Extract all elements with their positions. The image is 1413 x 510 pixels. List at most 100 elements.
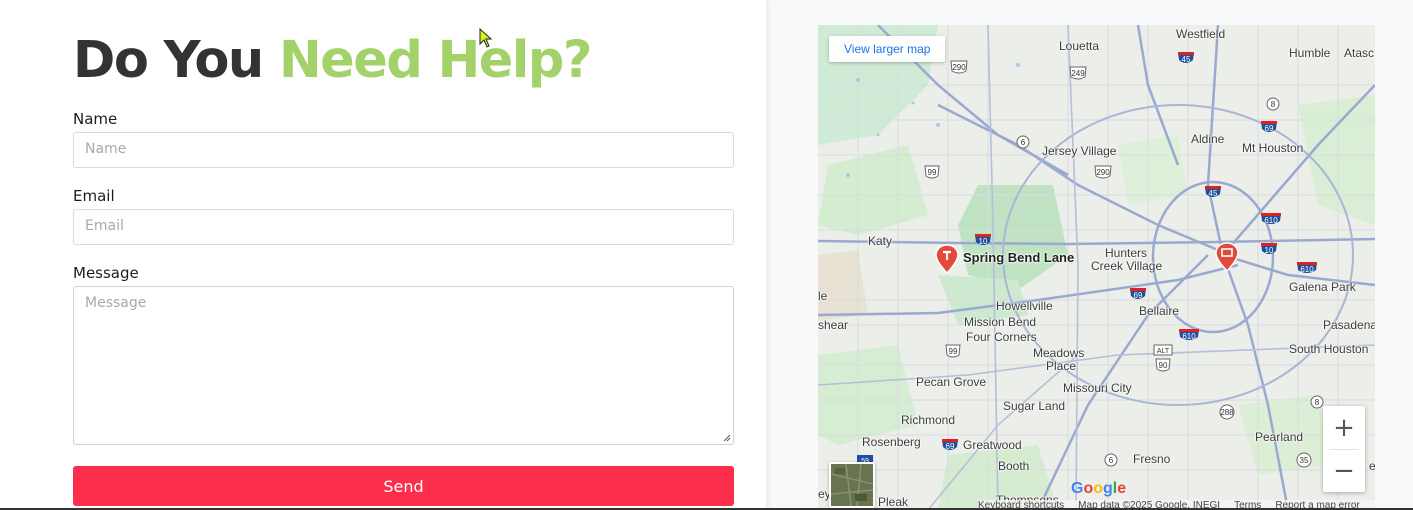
email-placeholder: Email [85, 218, 124, 234]
svg-text:69: 69 [946, 442, 955, 451]
send-button[interactable]: Send [73, 466, 734, 506]
map-place-label: Greatwood [963, 438, 1022, 452]
highway-shield-icon: 99 [924, 165, 940, 179]
title-part-dark: Do You [73, 31, 264, 90]
svg-text:99: 99 [949, 347, 958, 356]
name-label: Name [73, 110, 118, 128]
highway-shield-icon: 249 [1069, 66, 1087, 80]
map-place-label: Four Corners [966, 330, 1037, 344]
highway-shield-icon: 99 [945, 344, 961, 358]
map-place-label: Pearland [1255, 430, 1304, 444]
satellite-layer-toggle[interactable] [829, 462, 875, 508]
svg-text:610: 610 [1300, 265, 1314, 274]
title-part-accent: Need Help? [279, 31, 592, 90]
highway-shield-icon: 8 [1266, 97, 1280, 111]
map-place-label: le [818, 289, 828, 303]
resize-handle-icon[interactable] [723, 434, 731, 442]
interstate-shield-icon: 69 [1130, 288, 1146, 300]
map-place-label: Richmond [901, 413, 956, 427]
map-place-label: Mt Houston [1242, 141, 1304, 155]
map-place-label: Booth [998, 459, 1030, 473]
poi-pin-icon[interactable] [1215, 242, 1239, 272]
highway-shield-icon: 6 [1016, 135, 1030, 149]
email-field[interactable]: Email [73, 209, 734, 245]
svg-text:69: 69 [1265, 124, 1274, 133]
zoom-controls: + − [1323, 406, 1365, 492]
interstate-shield-icon: 10 [975, 234, 991, 246]
interstate-shield-icon: 69 [1261, 121, 1277, 133]
svg-text:6: 6 [1021, 138, 1026, 147]
selected-location-label: Spring Bend Lane [963, 250, 1075, 265]
map-panel: 290 249 45 8 69 6 290 99 45 610 10 10 61… [766, 0, 1413, 510]
interstate-shield-icon: 45 [1205, 186, 1221, 198]
map-place-label: e [1369, 459, 1375, 473]
location-pin-icon[interactable] [935, 244, 959, 274]
page-title: Do You Need Help? [73, 28, 592, 94]
map-place-label: Place [1046, 359, 1077, 373]
map-place-label: Howellville [996, 299, 1053, 313]
svg-text:ALT: ALT [1157, 348, 1170, 355]
map-place-label: Pleak [878, 495, 909, 509]
embedded-map[interactable]: 290 249 45 8 69 6 290 99 45 610 10 10 61… [818, 25, 1375, 510]
view-larger-map-link[interactable]: View larger map [829, 36, 946, 62]
map-place-label: shear [818, 318, 849, 332]
highway-shield-icon: 290 [1094, 165, 1112, 179]
name-field[interactable]: Name [73, 132, 734, 168]
svg-text:8: 8 [1315, 398, 1320, 407]
map-place-label: Missouri City [1063, 381, 1132, 395]
map-place-label: Jersey Village [1042, 144, 1117, 158]
interstate-shield-icon: 610 [1261, 213, 1281, 225]
svg-text:45: 45 [1209, 189, 1218, 198]
map-place-label: Rosenberg [862, 435, 921, 449]
map-place-label: Atasc [1344, 46, 1375, 60]
map-place-label: Galena Park [1289, 280, 1356, 294]
map-place-label: Westfield [1176, 27, 1226, 41]
map-place-label: Pasadena [1323, 318, 1375, 332]
svg-text:10: 10 [1265, 246, 1274, 255]
map-place-label: Mission Bend [964, 315, 1037, 329]
svg-text:6: 6 [1109, 456, 1114, 465]
highway-shield-icon: ALT [1153, 344, 1173, 356]
svg-text:249: 249 [1071, 69, 1085, 78]
svg-text:290: 290 [952, 63, 966, 72]
svg-text:35: 35 [1300, 456, 1309, 465]
email-label: Email [73, 187, 115, 205]
zoom-in-button[interactable]: + [1323, 406, 1365, 449]
map-place-label: Pecan Grove [916, 375, 987, 389]
message-field[interactable]: Message [73, 286, 734, 445]
name-placeholder: Name [85, 141, 127, 157]
svg-text:10: 10 [979, 237, 988, 246]
highway-shield-icon: 90 [1155, 358, 1171, 372]
message-placeholder: Message [85, 295, 147, 311]
google-logo: Google [1071, 480, 1127, 497]
map-place-label: Creek Village [1091, 259, 1163, 273]
interstate-shield-icon: 10 [1261, 243, 1277, 255]
highway-shield-icon: 6 [1104, 453, 1118, 467]
interstate-shield-icon: 610 [1179, 329, 1199, 341]
message-label: Message [73, 264, 139, 282]
map-place-label: Katy [868, 234, 893, 248]
interstate-shield-icon: 69 [942, 439, 958, 451]
map-place-label: Humble [1289, 46, 1331, 60]
svg-text:69: 69 [1134, 291, 1143, 300]
map-place-label: Meadows [1033, 346, 1085, 360]
map-place-label: South Houston [1289, 342, 1369, 356]
svg-text:8: 8 [1271, 100, 1276, 109]
contact-form-panel: Do You Need Help? Name Name Email Email … [0, 0, 766, 510]
svg-text:45: 45 [1182, 55, 1191, 64]
svg-text:99: 99 [928, 168, 937, 177]
svg-text:288: 288 [1220, 408, 1234, 417]
map-place-label: Aldine [1191, 132, 1225, 146]
highway-shield-icon: 288 [1219, 404, 1235, 420]
map-place-label: Hunters [1105, 246, 1148, 260]
svg-text:90: 90 [1159, 361, 1168, 370]
highway-shield-icon: 290 [950, 60, 968, 74]
map-place-label: Bellaire [1139, 304, 1180, 318]
svg-text:290: 290 [1096, 168, 1110, 177]
satellite-thumbnail-icon [831, 464, 873, 506]
zoom-out-button[interactable]: − [1323, 449, 1365, 492]
interstate-shield-icon: 610 [1297, 262, 1317, 274]
map-place-label: Sugar Land [1003, 399, 1066, 413]
mouse-cursor-icon [479, 28, 493, 48]
map-place-label: Fresno [1133, 452, 1171, 466]
